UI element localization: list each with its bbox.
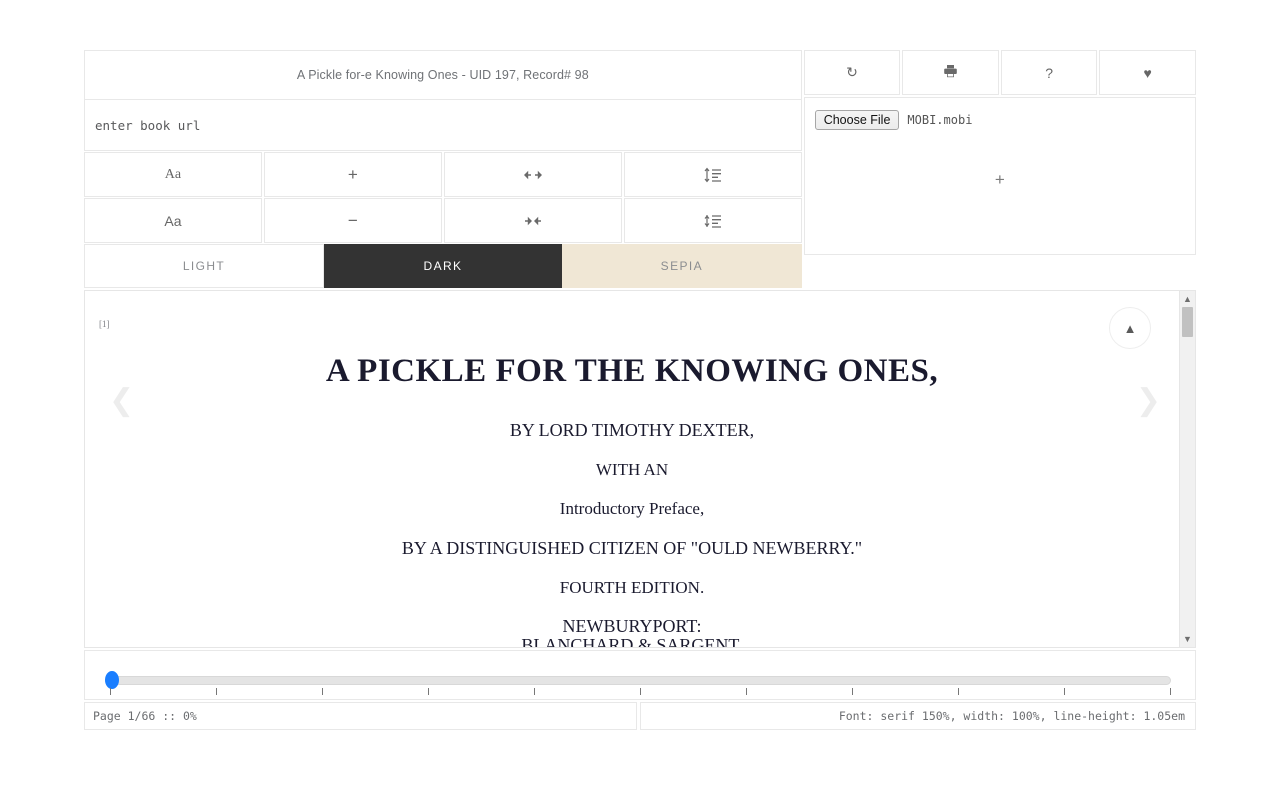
slider-tick [958, 688, 959, 695]
typography-status-panel: Font: serif 150%, width: 100%, line-heig… [640, 702, 1196, 730]
slider-tick [110, 688, 111, 695]
action-button-row: ↻ ? ♥ [803, 50, 1196, 95]
previous-page-button[interactable]: ❮ [109, 383, 134, 418]
book-page: [1] A PICKLE FOR THE KNOWING ONES, BY LO… [85, 291, 1179, 647]
book-scrollbar[interactable]: ▲ ▼ [1179, 291, 1195, 647]
typography-button-grid: Aa + Aa − [84, 152, 802, 243]
line-height-increase-button[interactable] [623, 152, 802, 197]
scrollbar-thumb[interactable] [1182, 307, 1193, 337]
imprint-line: BLANCHARD & SARGENT. [521, 634, 743, 647]
width-decrease-button[interactable] [443, 198, 622, 243]
imprint-line: NEWBURYPORT: [562, 616, 702, 636]
slider-tick [746, 688, 747, 695]
theme-sepia-label: SEPIA [660, 259, 704, 273]
expand-width-icon [522, 170, 544, 180]
add-book-button[interactable]: + [805, 170, 1195, 190]
book-content: A PICKLE FOR THE KNOWING ONES, BY LORD T… [85, 291, 1179, 647]
theme-light-button[interactable]: LIGHT [84, 244, 324, 288]
slider-tick [640, 688, 641, 695]
reader-controls-column: A Pickle for-e Knowing Ones - UID 197, R… [84, 50, 802, 288]
font-serif-button[interactable]: Aa [84, 152, 262, 197]
sans-Aa-icon: Aa [164, 212, 182, 229]
theme-dark-label: DARK [423, 259, 463, 273]
slider-tick [428, 688, 429, 695]
printer-icon [943, 64, 958, 81]
status-bar: Page 1/66 :: 0% Font: serif 150%, width:… [84, 702, 1196, 730]
book-heading: A PICKLE FOR THE KNOWING ONES, [325, 353, 939, 389]
slider-tick [216, 688, 217, 695]
theme-selector: LIGHT DARK SEPIA [84, 244, 802, 288]
width-increase-button[interactable] [443, 152, 622, 197]
file-upload-panel: Choose File MOBI.mobi + [803, 97, 1196, 255]
slider-tick [1064, 688, 1065, 695]
scrollbar-down-arrow-icon[interactable]: ▼ [1180, 632, 1195, 646]
slider-thumb[interactable] [105, 671, 119, 689]
book-url-input[interactable] [85, 117, 801, 133]
slider-tick [852, 688, 853, 695]
book-imprint: NEWBURYPORT: BLANCHARD & SARGENT. 1848 [85, 617, 1179, 647]
book-viewer[interactable]: [1] A PICKLE FOR THE KNOWING ONES, BY LO… [84, 290, 1196, 648]
print-button[interactable] [902, 50, 999, 95]
favorite-button[interactable]: ♥ [1099, 50, 1196, 95]
shrink-width-icon [522, 216, 544, 226]
font-size-decrease-button[interactable]: − [263, 198, 442, 243]
book-line: WITH AN [595, 460, 669, 479]
book-line: FOURTH EDITION. [559, 578, 705, 597]
choose-file-button[interactable]: Choose File [814, 110, 900, 130]
question-mark-icon: ? [1045, 64, 1054, 81]
slider-tick [534, 688, 535, 695]
page-marker: [1] [99, 319, 110, 329]
serif-Aa-icon: Aa [164, 166, 182, 182]
triangle-up-icon: ▲ [1123, 320, 1137, 336]
refresh-button[interactable]: ↻ [803, 50, 901, 95]
slider-track[interactable] [109, 676, 1171, 685]
typography-status-text: Font: serif 150%, width: 100%, line-heig… [838, 709, 1185, 723]
page-title: A Pickle for-e Knowing Ones - UID 197, R… [296, 68, 589, 82]
line-height-decrease-icon [703, 213, 723, 229]
line-height-decrease-button[interactable] [623, 198, 802, 243]
reading-progress-slider[interactable] [84, 650, 1196, 700]
plus-icon: + [347, 165, 358, 184]
plus-icon: + [994, 170, 1005, 189]
top-section: A Pickle for-e Knowing Ones - UID 197, R… [84, 50, 1196, 288]
next-page-button[interactable]: ❯ [1136, 383, 1161, 418]
slider-tick [322, 688, 323, 695]
theme-dark-button[interactable]: DARK [324, 244, 562, 288]
book-title-bar: A Pickle for-e Knowing Ones - UID 197, R… [84, 50, 802, 100]
line-height-increase-icon [703, 167, 723, 183]
book-line: BY LORD TIMOTHY DEXTER, [509, 420, 755, 440]
book-line: Introductory Preface, [559, 499, 705, 518]
slider-tick [1170, 688, 1171, 695]
scroll-to-top-button[interactable]: ▲ [1109, 307, 1151, 349]
font-size-increase-button[interactable]: + [263, 152, 442, 197]
theme-light-label: LIGHT [182, 259, 226, 273]
file-input-row[interactable]: Choose File MOBI.mobi [814, 110, 1185, 130]
help-button[interactable]: ? [1000, 50, 1098, 95]
slider-ticks [110, 688, 1171, 696]
refresh-icon: ↻ [846, 64, 858, 80]
font-sans-button[interactable]: Aa [84, 198, 262, 243]
book-url-bar [84, 100, 802, 151]
minus-icon: − [347, 211, 358, 230]
selected-file-name: MOBI.mobi [907, 113, 973, 127]
scrollbar-up-arrow-icon[interactable]: ▲ [1180, 292, 1195, 306]
actions-column: ↻ ? ♥ Choose File MOBI.mobi + [803, 50, 1196, 255]
ebook-reader-app: A Pickle for-e Knowing Ones - UID 197, R… [84, 50, 1196, 754]
theme-sepia-button[interactable]: SEPIA [562, 244, 802, 288]
page-status-panel: Page 1/66 :: 0% [84, 702, 637, 730]
heart-icon: ♥ [1143, 64, 1152, 81]
book-line: BY A DISTINGUISHED CITIZEN OF "OULD NEWB… [401, 538, 863, 558]
page-status-text: Page 1/66 :: 0% [93, 709, 197, 723]
